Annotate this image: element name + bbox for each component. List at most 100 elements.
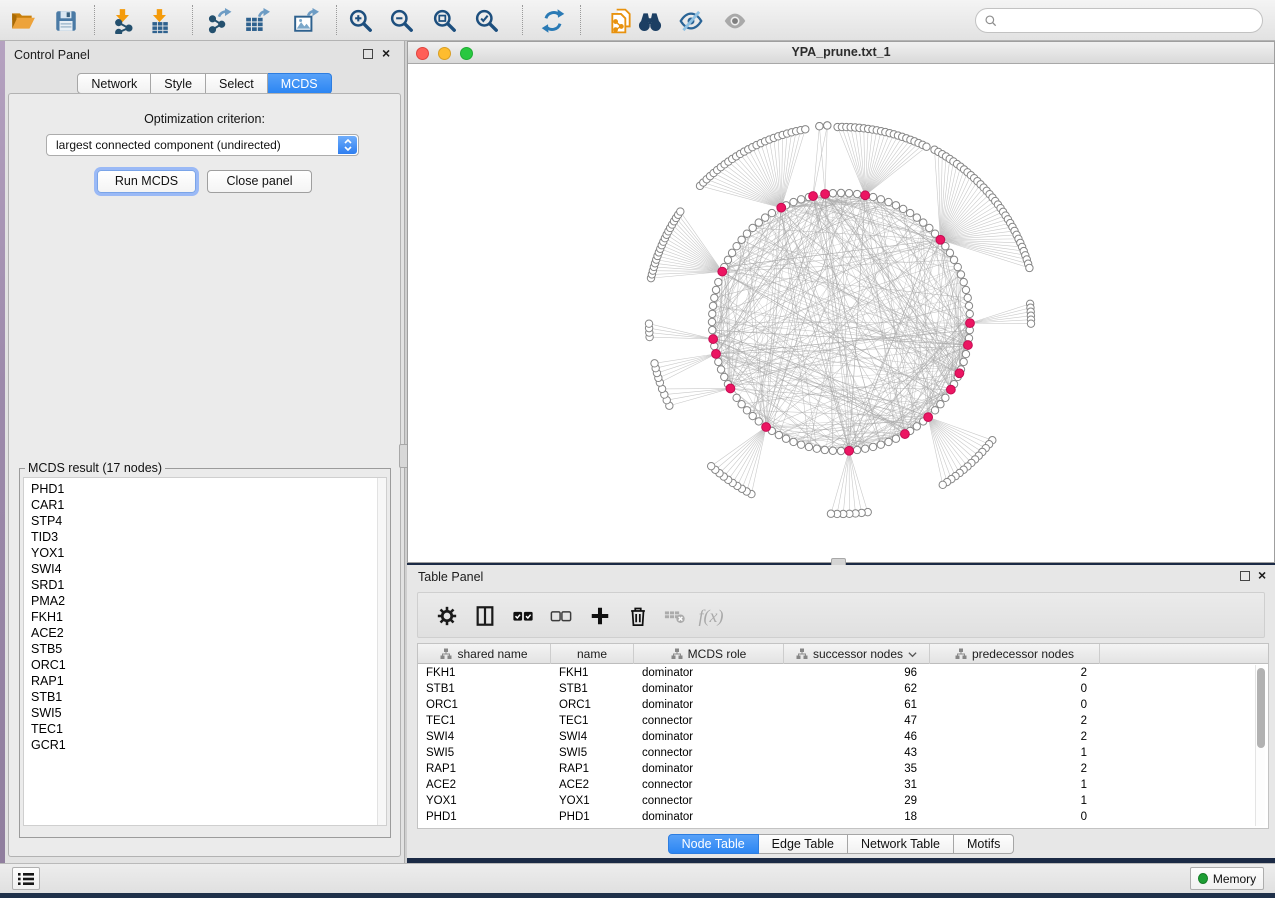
cell[interactable]: connector xyxy=(634,777,784,793)
graph-node[interactable] xyxy=(885,438,892,445)
column-header-predecessor-nodes[interactable]: predecessor nodes xyxy=(930,644,1100,664)
cell[interactable]: 1 xyxy=(930,777,1100,793)
refresh-icon[interactable] xyxy=(537,5,569,37)
mcds-result-item[interactable]: YOX1 xyxy=(31,545,386,561)
close-panel-icon[interactable]: × xyxy=(382,44,390,62)
cell[interactable]: 18 xyxy=(784,809,930,825)
mcds-result-item[interactable]: PHD1 xyxy=(31,481,386,497)
cell[interactable]: 2 xyxy=(930,761,1100,777)
graph-hub-node[interactable] xyxy=(762,423,771,432)
close-table-panel-icon[interactable]: × xyxy=(1258,566,1266,584)
cell[interactable]: SWI5 xyxy=(418,745,551,761)
graph-node[interactable] xyxy=(755,219,762,226)
graph-node[interactable] xyxy=(964,294,971,301)
zoom-out-icon[interactable] xyxy=(386,5,418,37)
graph-node[interactable] xyxy=(899,205,906,212)
graph-hub-node[interactable] xyxy=(709,335,718,344)
graph-node[interactable] xyxy=(715,358,722,365)
table-row[interactable]: TEC1TEC1connector472 xyxy=(418,713,1252,729)
cell[interactable]: SWI4 xyxy=(551,729,634,745)
graph-node[interactable] xyxy=(711,294,718,301)
graph-hub-node[interactable] xyxy=(901,430,910,439)
mcds-result-item[interactable]: ORC1 xyxy=(31,657,386,673)
graph-node[interactable] xyxy=(733,242,740,249)
graph-node[interactable] xyxy=(920,219,927,226)
table-row[interactable]: PHD1PHD1dominator180 xyxy=(418,809,1252,825)
search-input[interactable] xyxy=(998,11,1262,31)
mcds-result-item[interactable]: STB1 xyxy=(31,689,386,705)
graph-node[interactable] xyxy=(743,407,750,414)
graph-node[interactable] xyxy=(946,249,953,256)
clone-network-icon[interactable] xyxy=(605,5,637,37)
cell[interactable]: 35 xyxy=(784,761,930,777)
mcds-result-item[interactable]: TID3 xyxy=(31,529,386,545)
graph-hub-node[interactable] xyxy=(777,203,786,212)
mcds-result-item[interactable]: GCR1 xyxy=(31,737,386,753)
graph-node[interactable] xyxy=(805,443,812,450)
graph-hub-node[interactable] xyxy=(845,446,854,455)
graph-node[interactable] xyxy=(728,249,735,256)
table-row[interactable]: SWI4SWI4dominator462 xyxy=(418,729,1252,745)
mcds-result-item[interactable]: PMA2 xyxy=(31,593,386,609)
cell[interactable]: 2 xyxy=(930,729,1100,745)
graph-node[interactable] xyxy=(709,302,716,309)
table-row[interactable]: ORC1ORC1dominator610 xyxy=(418,697,1252,713)
cell[interactable]: SWI5 xyxy=(551,745,634,761)
import-network-icon[interactable] xyxy=(107,5,139,37)
graph-hub-node[interactable] xyxy=(726,384,735,393)
graph-node[interactable] xyxy=(743,230,750,237)
cell[interactable]: 1 xyxy=(930,793,1100,809)
graph-hub-node[interactable] xyxy=(712,349,721,358)
graph-node[interactable] xyxy=(738,236,745,243)
mcds-result-scrollbar[interactable] xyxy=(377,478,386,825)
graph-node[interactable] xyxy=(1026,264,1033,271)
graph-node[interactable] xyxy=(651,360,658,367)
table-row[interactable]: STB1STB1dominator620 xyxy=(418,681,1252,697)
graph-node[interactable] xyxy=(790,438,797,445)
graph-node[interactable] xyxy=(816,122,823,129)
graph-hub-node[interactable] xyxy=(861,191,870,200)
graph-node[interactable] xyxy=(939,481,946,488)
zoom-in-icon[interactable] xyxy=(345,5,377,37)
cell[interactable]: TEC1 xyxy=(418,713,551,729)
mcds-result-item[interactable]: TEC1 xyxy=(31,721,386,737)
graph-node[interactable] xyxy=(790,198,797,205)
graph-node[interactable] xyxy=(645,320,652,327)
graph-node[interactable] xyxy=(827,510,834,517)
tab-network-table[interactable]: Network Table xyxy=(848,834,954,854)
graph-node[interactable] xyxy=(960,278,967,285)
cell[interactable]: 0 xyxy=(930,697,1100,713)
save-session-icon[interactable] xyxy=(50,5,82,37)
cell[interactable]: connector xyxy=(634,713,784,729)
mcds-result-item[interactable]: RAP1 xyxy=(31,673,386,689)
run-mcds-button[interactable]: Run MCDS xyxy=(97,170,196,193)
cell[interactable]: SWI4 xyxy=(418,729,551,745)
cell[interactable]: 31 xyxy=(784,777,930,793)
cell[interactable]: STB1 xyxy=(418,681,551,697)
cell[interactable]: ORC1 xyxy=(418,697,551,713)
graph-node[interactable] xyxy=(853,446,860,453)
graph-hub-node[interactable] xyxy=(924,413,933,422)
cell[interactable]: 61 xyxy=(784,697,930,713)
export-table-icon[interactable] xyxy=(241,5,273,37)
memory-button[interactable]: Memory xyxy=(1190,867,1264,890)
graph-node[interactable] xyxy=(782,435,789,442)
cell[interactable]: TEC1 xyxy=(551,713,634,729)
column-header-successor-nodes[interactable]: successor nodes xyxy=(784,644,930,664)
graph-node[interactable] xyxy=(829,190,836,197)
cell[interactable]: 46 xyxy=(784,729,930,745)
table-row[interactable]: YOX1YOX1connector291 xyxy=(418,793,1252,809)
cell[interactable]: ACE2 xyxy=(418,777,551,793)
graph-hub-node[interactable] xyxy=(821,190,830,199)
cell[interactable]: PHD1 xyxy=(418,809,551,825)
float-panel-icon[interactable] xyxy=(363,49,373,59)
graph-node[interactable] xyxy=(829,447,836,454)
graph-node[interactable] xyxy=(937,401,944,408)
graph-node[interactable] xyxy=(950,256,957,263)
cell[interactable]: 1 xyxy=(930,745,1100,761)
import-table-icon[interactable] xyxy=(144,5,176,37)
graph-node[interactable] xyxy=(853,190,860,197)
graph-node[interactable] xyxy=(721,373,728,380)
tab-node-table[interactable]: Node Table xyxy=(668,834,759,854)
graph-node[interactable] xyxy=(962,350,969,357)
